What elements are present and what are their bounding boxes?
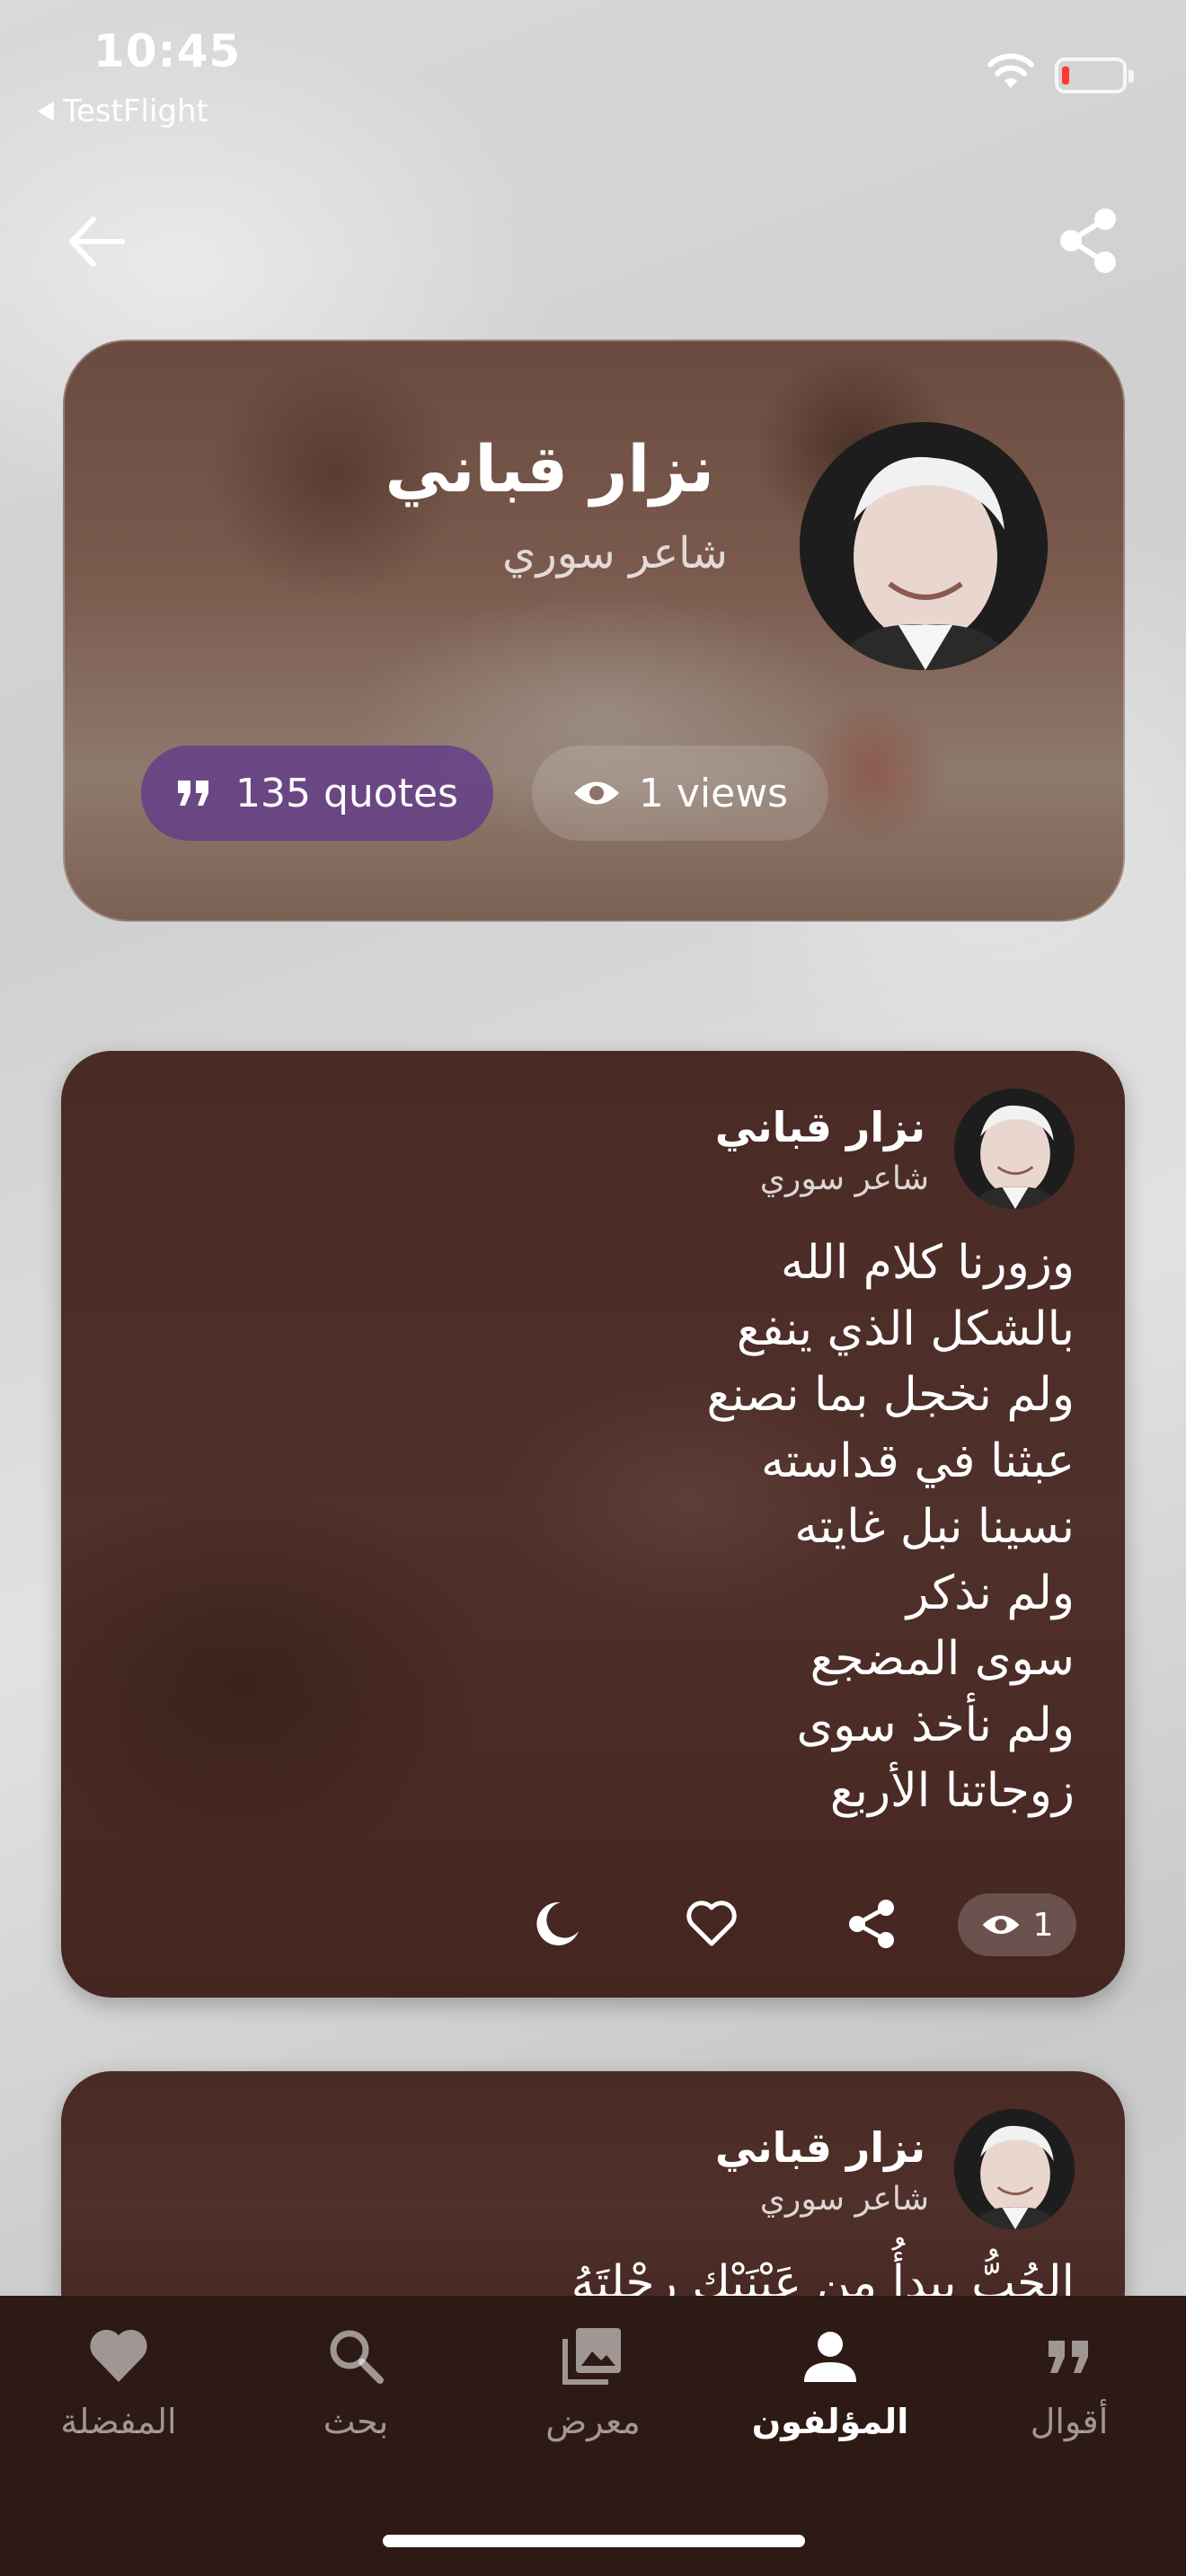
back-arrow-icon[interactable] bbox=[66, 212, 126, 271]
quote-author-subtitle: شاعر سوري bbox=[759, 2181, 929, 2218]
nav-label: أقوال bbox=[1030, 2402, 1109, 2441]
battery-icon bbox=[1055, 57, 1134, 93]
quote-line: وزورنا كلام الله bbox=[780, 1236, 1075, 1290]
back-app-label: TestFlight bbox=[63, 93, 208, 129]
quote-author-name: نزار قباني bbox=[714, 1103, 925, 1151]
nav-label: بحث bbox=[323, 2402, 389, 2441]
nav-item-favorites[interactable]: المفضلة bbox=[29, 2323, 208, 2475]
quote-line: عبثنا في قداسته bbox=[761, 1434, 1075, 1488]
back-triangle-icon bbox=[38, 101, 54, 121]
quote-line: نسينا نبل غايته bbox=[794, 1500, 1075, 1554]
quote-author-subtitle: شاعر سوري bbox=[759, 1160, 929, 1197]
quote-views-count: 1 bbox=[1032, 1906, 1054, 1944]
quote-author-name: نزار قباني bbox=[714, 2123, 925, 2172]
eye-icon bbox=[982, 1915, 1019, 1935]
quote-line: ولم نذكر bbox=[906, 1566, 1075, 1620]
back-to-app-link[interactable]: TestFlight bbox=[38, 93, 208, 129]
quote-line: ولم نخجل بما نصنع bbox=[706, 1368, 1075, 1422]
nav-item-quotes[interactable]: أقوال bbox=[979, 2323, 1159, 2475]
quotes-count-badge[interactable]: 135 quotes bbox=[141, 745, 493, 841]
quote-views-badge: 1 bbox=[958, 1893, 1076, 1956]
nav-item-search[interactable]: بحث bbox=[266, 2323, 446, 2475]
home-indicator[interactable] bbox=[383, 2535, 805, 2547]
quote-line: بالشكل الذي ينفع bbox=[736, 1301, 1075, 1356]
quote-line: زوجاتنا الأربع bbox=[829, 1764, 1075, 1818]
author-subtitle: شاعر سوري bbox=[502, 528, 728, 578]
quote-author-avatar bbox=[954, 1089, 1075, 1209]
heart-outline-icon[interactable] bbox=[685, 1897, 739, 1951]
eye-icon bbox=[573, 781, 619, 805]
author-card: نزار قباني شاعر سوري 135 quotes 1 views bbox=[63, 340, 1125, 922]
nav-item-gallery[interactable]: معرض bbox=[503, 2323, 683, 2475]
quote-author-avatar bbox=[954, 2109, 1075, 2229]
quote-text: وزورنا كلام الله بالشكل الذي ينفع ولم نخ… bbox=[176, 1231, 1075, 1825]
status-time: 10:45 bbox=[93, 25, 242, 77]
nav-label: المؤلفون bbox=[751, 2402, 909, 2441]
search-icon bbox=[330, 2330, 384, 2384]
wifi-icon bbox=[987, 53, 1034, 88]
heart-icon bbox=[90, 2329, 147, 2382]
gallery-icon bbox=[562, 2328, 621, 2385]
views-count: 1 views bbox=[638, 770, 789, 816]
quotes-count: 135 quotes bbox=[235, 770, 458, 816]
nav-label: المفضلة bbox=[60, 2402, 177, 2441]
person-icon bbox=[804, 2332, 856, 2382]
nav-label: معرض bbox=[545, 2402, 641, 2441]
quote-icon bbox=[1049, 2341, 1088, 2373]
quote-icon bbox=[178, 781, 209, 806]
moon-icon[interactable] bbox=[530, 1897, 584, 1951]
share-icon[interactable] bbox=[845, 1897, 898, 1951]
author-avatar bbox=[800, 422, 1048, 670]
author-name: نزار قباني bbox=[385, 431, 714, 507]
nav-item-authors[interactable]: المؤلفون bbox=[740, 2323, 920, 2475]
quote-actions: 1 bbox=[61, 1877, 1125, 1967]
quote-line: ولم نأخذ سوى bbox=[796, 1698, 1075, 1752]
quote-card[interactable]: نزار قباني شاعر سوري وزورنا كلام الله با… bbox=[61, 1051, 1125, 1998]
views-count-badge: 1 views bbox=[532, 745, 828, 841]
share-icon[interactable] bbox=[1057, 207, 1120, 275]
quote-line: سوى المضجع bbox=[810, 1632, 1075, 1686]
